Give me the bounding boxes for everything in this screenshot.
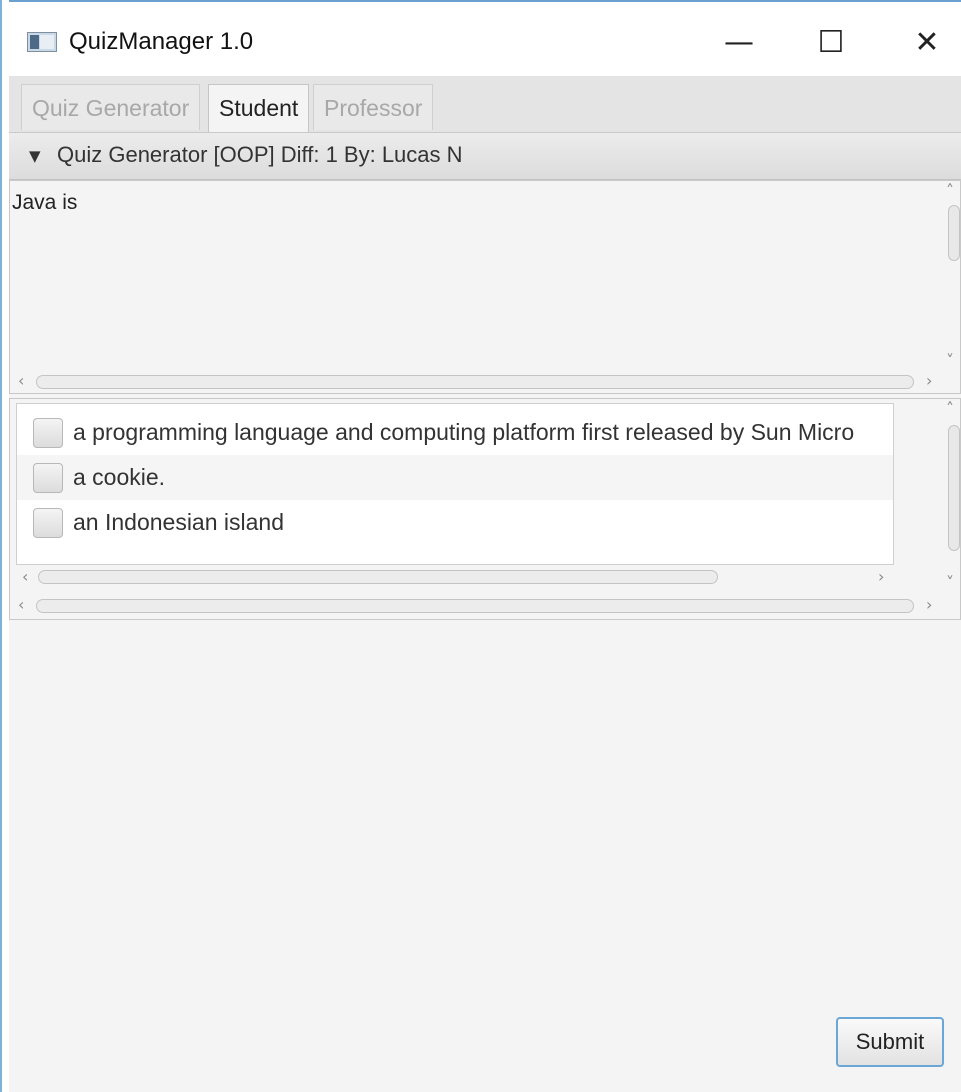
tab-student[interactable]: Student [208,84,310,132]
quiz-pane-header[interactable]: ▼ Quiz Generator [OOP] Diff: 1 By: Lucas… [9,133,961,180]
window-title: QuizManager 1.0 [69,28,254,55]
answer-checkbox[interactable] [33,418,63,448]
scroll-down-icon[interactable]: ˅ [946,353,954,369]
minimize-button[interactable]: — [709,14,769,72]
answer-row[interactable]: an Indonesian island [17,500,893,545]
question-horizontal-scrollbar[interactable]: ‹ › [10,373,944,391]
answer-row[interactable]: a cookie. [17,455,893,500]
answers-list: a programming language and computing pla… [16,403,894,565]
scroll-up-icon[interactable]: ˄ [946,183,954,199]
answers-list-horizontal-scrollbar[interactable]: ‹ › [16,567,894,587]
collapse-arrow-icon[interactable]: ▼ [29,143,41,169]
answer-label: a programming language and computing pla… [73,419,855,445]
answers-list-horizontal-scroll-thumb[interactable] [38,570,718,584]
question-horizontal-scroll-thumb[interactable] [36,375,914,389]
question-vertical-scroll-thumb[interactable] [948,205,960,261]
answers-scroll-pane[interactable]: a programming language and computing pla… [9,398,961,620]
scroll-right-icon[interactable]: › [878,569,884,585]
close-button[interactable]: ✕ [897,14,957,72]
answer-checkbox[interactable] [33,508,63,538]
tab-professor[interactable]: Professor [313,84,434,130]
answers-vertical-scroll-thumb[interactable] [948,425,960,551]
answers-outer-horizontal-scroll-thumb[interactable] [36,599,914,613]
tab-quiz-generator[interactable]: Quiz Generator [21,84,201,130]
answers-outer-horizontal-scrollbar[interactable]: ‹ › [10,597,944,615]
scroll-left-icon[interactable]: ‹ [22,569,28,585]
scroll-right-icon[interactable]: › [926,597,932,613]
submit-button[interactable]: Submit [836,1017,944,1067]
scroll-left-icon[interactable]: ‹ [18,597,24,613]
title-bar[interactable]: QuizManager 1.0 — ☐ ✕ [9,0,961,78]
scroll-left-icon[interactable]: ‹ [18,373,24,389]
question-text: Java is [12,191,78,214]
scroll-down-icon[interactable]: ˅ [946,575,954,591]
tab-bar: Quiz Generator Student Professor [9,76,961,133]
answers-vertical-scrollbar[interactable]: ˄ ˅ [944,399,960,591]
window-border [0,0,9,1092]
scroll-up-icon[interactable]: ˄ [946,401,954,417]
quiz-pane-title: Quiz Generator [OOP] Diff: 1 By: Lucas N [57,142,463,167]
answer-checkbox[interactable] [33,463,63,493]
answer-row[interactable]: a programming language and computing pla… [17,410,893,455]
scroll-right-icon[interactable]: › [926,373,932,389]
answer-label: an Indonesian island [73,509,284,535]
app-icon [27,32,57,52]
question-text-area[interactable]: Java is ˄ ˅ ‹ › [9,180,961,394]
maximize-button[interactable]: ☐ [801,14,861,72]
question-vertical-scrollbar[interactable]: ˄ ˅ [944,181,960,371]
answer-label: a cookie. [73,464,166,490]
